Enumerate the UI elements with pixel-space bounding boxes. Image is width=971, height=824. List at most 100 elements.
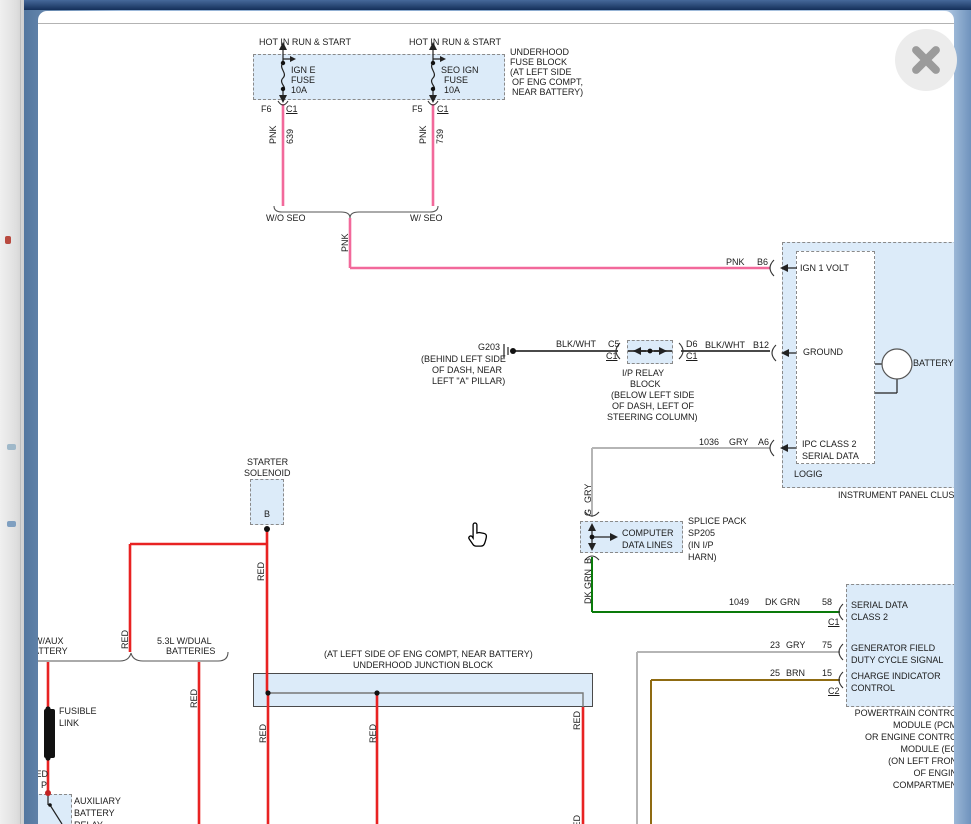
label-w-seo: W/ SEO xyxy=(410,213,443,223)
label-aux-battery-relay-3: RELAY xyxy=(74,820,103,824)
background-window-edge xyxy=(20,0,21,824)
wire-label-red-3: RED xyxy=(189,688,199,708)
label-pcm-7: COMPARTMEN xyxy=(892,780,954,790)
wire-label-dkgrn-1: DK GRN xyxy=(583,568,593,604)
diagram-labels: HOT IN RUN & START HOT IN RUN & START UNDE… xyxy=(38,24,954,824)
label-wo-seo: W/O SEO xyxy=(266,213,306,223)
label-pcm-6: OF ENGIN xyxy=(913,768,954,778)
wire-label-23: 23 xyxy=(770,640,781,650)
label-splice-pack-2: SP205 xyxy=(688,528,716,538)
viewer-titlebar xyxy=(24,0,971,10)
diagram-viewport[interactable]: HOT IN RUN & START HOT IN RUN & START UNDE… xyxy=(38,24,954,824)
pin-b12: B12 xyxy=(753,340,770,350)
label-starter-solenoid-2: SOLENOID xyxy=(244,468,291,478)
label-underhood-fuse-block-4: OF ENG COMPT, xyxy=(512,77,584,87)
label-computer-data-lines-1: COMPUTER xyxy=(622,528,674,538)
label-ip-relay-5: STEERING COLUMN) xyxy=(607,412,698,422)
label-ip-relay-3: (BELOW LEFT SIDE xyxy=(611,390,695,400)
pin-b-splice: B xyxy=(583,557,593,564)
label-splice-pack-3: (IN I/P xyxy=(688,540,714,550)
background-mark xyxy=(7,521,16,527)
background-mark xyxy=(7,444,16,450)
label-seo-ign-fuse-3: 10A xyxy=(444,85,461,95)
pin-a6: A6 xyxy=(758,437,770,447)
background-mark xyxy=(5,236,11,244)
background-window-sliver xyxy=(0,0,24,824)
label-ign-e-fuse-1: IGN E xyxy=(291,65,316,75)
viewer-window-frame: HOT IN RUN & START HOT IN RUN & START UNDE… xyxy=(24,0,971,824)
pin-c2-pcm: C2 xyxy=(828,686,840,696)
pin-g-splice: G xyxy=(583,508,593,516)
label-pcm-1: POWERTRAIN CONTRO xyxy=(854,708,954,718)
label-battery: BATTERY xyxy=(913,358,954,368)
pin-15: 15 xyxy=(822,668,833,678)
pin-c1-right: C1 xyxy=(437,104,449,114)
label-charge-indicator-2: CONTROL xyxy=(851,683,896,693)
label-aux-battery-relay-2: BATTERY xyxy=(74,808,115,818)
label-pcm-5: (ON LEFT FRON xyxy=(888,756,954,766)
diagram-dialog: HOT IN RUN & START HOT IN RUN & START UNDE… xyxy=(38,11,957,824)
label-serial-data-2: CLASS 2 xyxy=(851,612,889,622)
wire-label-dkgrn-2: DK GRN xyxy=(765,597,801,607)
close-button[interactable] xyxy=(895,29,957,91)
label-generator-field-1: GENERATOR FIELD xyxy=(851,643,936,653)
label-charge-indicator-1: CHARGE INDICATOR xyxy=(851,671,941,681)
wire-label-red-1: RED xyxy=(120,629,130,649)
wire-label-pnk-1: PNK xyxy=(268,125,278,144)
wire-label-739: 739 xyxy=(435,128,445,144)
label-underhood-fuse-block-1: UNDERHOOD xyxy=(510,47,570,57)
label-ign-e-fuse-3: 10A xyxy=(291,85,308,95)
pin-75: 75 xyxy=(822,640,833,650)
label-ground: GROUND xyxy=(803,347,843,357)
diagram-canvas: HOT IN RUN & START HOT IN RUN & START UNDE… xyxy=(38,24,954,824)
wire-label-red-7: RED xyxy=(368,723,378,743)
label-ipc-class2-2: SERIAL DATA xyxy=(802,451,859,461)
label-waux-battery-2: BATTERY xyxy=(38,646,68,656)
label-junction-block-loc: (AT LEFT SIDE OF ENG COMPT, NEAR BATTERY… xyxy=(324,649,533,659)
label-fusible-link-2: LINK xyxy=(59,718,80,728)
hand-cursor-icon xyxy=(468,522,488,547)
label-splice-pack-1: SPLICE PACK xyxy=(688,516,747,526)
label-g203-loc-2: OF DASH, NEAR xyxy=(432,365,503,375)
label-g203-loc-1: (BEHIND LEFT SIDE xyxy=(421,354,506,364)
label-pcm-3: OR ENGINE CONTRO xyxy=(864,732,954,742)
pin-c5: C5 xyxy=(608,339,620,349)
label-starter-solenoid-1: STARTER xyxy=(247,457,289,467)
wire-label-red-5: RED xyxy=(256,561,266,581)
pin-f6: F6 xyxy=(261,104,272,114)
label-ipc-class2-1: IPC CLASS 2 xyxy=(802,439,857,449)
label-pcm-4: MODULE (EC xyxy=(900,744,954,754)
label-ip-relay-2: BLOCK xyxy=(630,379,661,389)
wire-label-gry-1: GRY xyxy=(729,437,749,447)
screen: HOT IN RUN & START HOT IN RUN & START UNDE… xyxy=(0,0,971,824)
wire-label-red-9: RED xyxy=(572,815,582,824)
pin-f5: F5 xyxy=(412,104,423,114)
label-hot-in-run-start-1: HOT IN RUN & START xyxy=(259,37,352,47)
label-ign-e-fuse-2: FUSE xyxy=(291,75,316,85)
label-ign-1-volt: IGN 1 VOLT xyxy=(800,263,849,273)
label-ip-relay-1: I/P RELAY xyxy=(622,368,665,378)
label-instrument-panel-cluster: INSTRUMENT PANEL CLUSTE xyxy=(838,490,954,500)
wire-label-pnk-3: PNK xyxy=(340,233,350,252)
pin-c1-left: C1 xyxy=(286,104,298,114)
pin-b6: B6 xyxy=(757,257,769,267)
wire-label-red-4: RED xyxy=(38,769,49,779)
wire-label-1036: 1036 xyxy=(699,437,720,447)
wire-label-pnk-4: PNK xyxy=(726,257,745,267)
label-underhood-fuse-block-5: NEAR BATTERY) xyxy=(512,87,584,97)
label-hot-in-run-start-2: HOT IN RUN & START xyxy=(409,37,502,47)
wire-label-blkwht-2: BLK/WHT xyxy=(705,340,746,350)
pin-58: 58 xyxy=(822,597,833,607)
wire-label-brn: BRN xyxy=(786,668,806,678)
label-seo-ign-fuse-1: SEO IGN xyxy=(441,65,479,75)
label-seo-ign-fuse-2: FUSE xyxy=(444,75,469,85)
label-dual-batteries-2: BATTERIES xyxy=(166,646,216,656)
label-pcm-2: MODULE (PCM xyxy=(892,720,954,730)
label-logic: LOGIG xyxy=(794,469,823,479)
label-fusible-link-1: FUSIBLE xyxy=(59,706,97,716)
label-serial-data-1: SERIAL DATA xyxy=(851,600,908,610)
wire-label-red-8: RED xyxy=(572,710,582,730)
wire-label-blkwht-1: BLK/WHT xyxy=(556,339,597,349)
wire-label-red-6: RED xyxy=(258,723,268,743)
pin-d6: D6 xyxy=(686,339,698,349)
